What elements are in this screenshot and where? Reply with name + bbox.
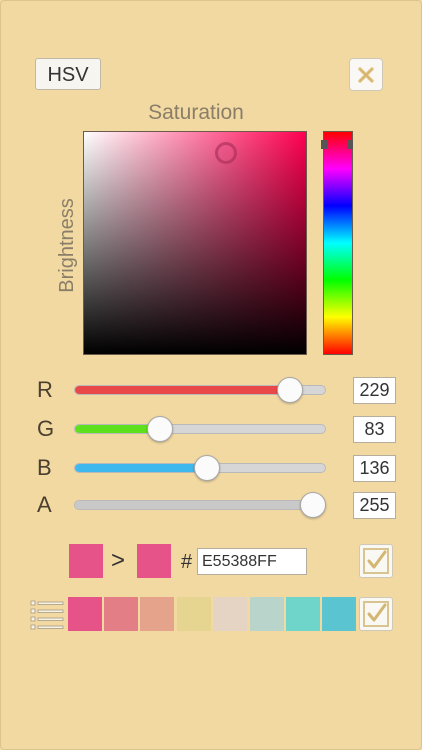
hue-marker-left[interactable] xyxy=(321,140,327,149)
red-slider-thumb[interactable] xyxy=(276,377,303,403)
red-slider-fill xyxy=(75,386,300,394)
hex-color-input[interactable]: E55388FF xyxy=(197,548,307,575)
blue-slider-thumb[interactable] xyxy=(194,455,221,481)
apply-color-button[interactable] xyxy=(359,544,393,578)
red-label: R xyxy=(37,377,53,402)
hash-symbol: # xyxy=(181,551,193,573)
alpha-slider-thumb[interactable] xyxy=(300,492,326,518)
palette-swatch[interactable] xyxy=(213,597,247,631)
palette-swatch[interactable] xyxy=(250,597,284,631)
close-icon xyxy=(358,66,374,83)
arrow-glyph: > xyxy=(111,547,126,574)
color-mode-button[interactable]: HSV xyxy=(35,58,101,90)
alpha-slider-track[interactable] xyxy=(74,500,326,510)
saturation-label: Saturation xyxy=(148,101,244,124)
new-color-swatch xyxy=(137,544,171,578)
check-icon xyxy=(363,601,389,627)
blue-slider-fill xyxy=(75,464,209,472)
green-label: G xyxy=(37,416,55,441)
palette-swatch[interactable] xyxy=(177,597,211,631)
palette-swatch[interactable] xyxy=(68,597,102,631)
list-icon[interactable] xyxy=(30,599,64,631)
close-button[interactable] xyxy=(349,58,383,91)
red-value-field[interactable]: 229 xyxy=(353,377,396,404)
blue-value-field[interactable]: 136 xyxy=(353,455,396,482)
check-icon xyxy=(363,548,389,574)
alpha-label: A xyxy=(37,492,52,517)
alpha-value-field[interactable]: 255 xyxy=(353,492,396,519)
color-picker-panel: HSV Saturation Brightness R 229 G 83 B 1… xyxy=(0,0,422,750)
alpha-slider-fill xyxy=(75,501,325,509)
green-slider-track[interactable] xyxy=(74,424,326,434)
palette-swatch[interactable] xyxy=(140,597,174,631)
green-slider-fill xyxy=(75,425,157,433)
saturation-brightness-cursor[interactable] xyxy=(215,142,237,164)
blue-label: B xyxy=(37,455,52,480)
palette-swatch[interactable] xyxy=(104,597,138,631)
palette-swatch[interactable] xyxy=(286,597,320,631)
hue-marker-right[interactable] xyxy=(347,140,353,149)
brightness-label-text: Brightness xyxy=(55,197,78,293)
hue-slider[interactable] xyxy=(323,131,353,355)
brightness-label: Brightness xyxy=(54,133,80,357)
green-slider-thumb[interactable] xyxy=(147,416,174,442)
old-color-swatch xyxy=(69,544,103,578)
saturation-brightness-area[interactable] xyxy=(83,131,307,355)
palette-swatch[interactable] xyxy=(322,597,356,631)
green-value-field[interactable]: 83 xyxy=(353,416,396,443)
palette-apply-button[interactable] xyxy=(359,597,393,631)
